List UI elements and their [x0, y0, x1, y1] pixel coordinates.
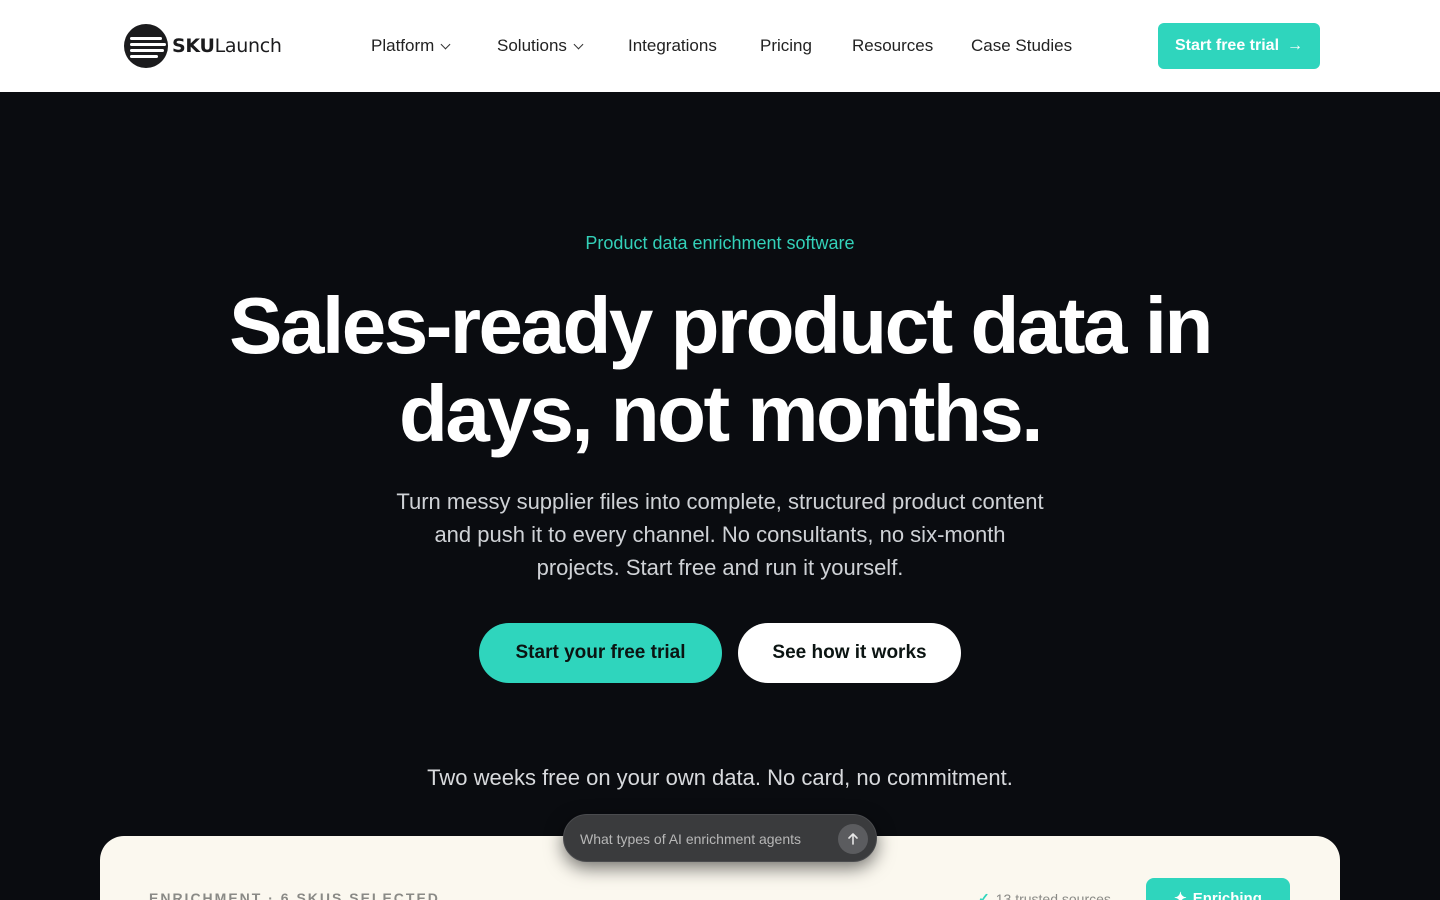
check-icon: ✓ [978, 890, 990, 900]
nav-item-label: Pricing [760, 36, 812, 55]
start-your-free-trial-button[interactable]: Start your free trial [479, 623, 722, 683]
trial-note: Two weeks free on your own data. No card… [427, 765, 1013, 790]
sparkle-icon: ✦ [1174, 890, 1187, 900]
nav-item-pricing[interactable]: Pricing [760, 34, 812, 58]
hero-subcopy: Turn messy supplier files into complete,… [396, 489, 1044, 580]
arrow-right-icon: → [1287, 37, 1304, 54]
logo[interactable]: SKULaunch [124, 24, 282, 68]
nav-item-resources[interactable]: Resources [852, 34, 933, 58]
nav-item-solutions[interactable]: Solutions [497, 34, 584, 58]
nav-item-label: Solutions [497, 36, 567, 55]
send-button[interactable] [838, 824, 868, 854]
sources-text: 13 trusted sources [995, 890, 1111, 900]
cta-label: Start free trial [1174, 37, 1280, 54]
chevron-down-icon [440, 39, 451, 49]
preview-label: ENRICHMENT · 6 SKUS SELECTED [149, 890, 440, 900]
badge-label: Enriching [1192, 889, 1262, 900]
start-free-trial-button[interactable]: Start free trial → [1158, 23, 1320, 69]
ask-bar [563, 814, 877, 862]
see-how-it-works-button[interactable]: See how it works [738, 623, 961, 683]
enriching-badge[interactable]: ✦ Enriching [1146, 878, 1290, 900]
nav-item-platform[interactable]: Platform [371, 34, 451, 58]
arrow-up-icon [848, 833, 858, 845]
logo-icon [124, 24, 168, 68]
preview-sources: ✓ 13 trusted sources [978, 890, 1111, 900]
nav-item-case-studies[interactable]: Case Studies [971, 34, 1072, 58]
nav-item-label: Case Studies [971, 36, 1073, 55]
nav-item-integrations[interactable]: Integrations [628, 34, 717, 58]
nav-item-label: Platform [371, 36, 435, 55]
site-header: SKULaunch Platform Solutions Integration… [0, 0, 1440, 92]
ask-input[interactable] [580, 828, 820, 850]
hero-eyebrow: Product data enrichment software [585, 233, 855, 253]
nav-item-label: Resources [852, 36, 934, 55]
nav-item-label: Integrations [628, 36, 717, 55]
chevron-down-icon [573, 39, 584, 49]
hero-headline: Sales-ready product data in days, not mo… [229, 281, 1213, 458]
logo-wordmark: SKULaunch [172, 35, 282, 57]
